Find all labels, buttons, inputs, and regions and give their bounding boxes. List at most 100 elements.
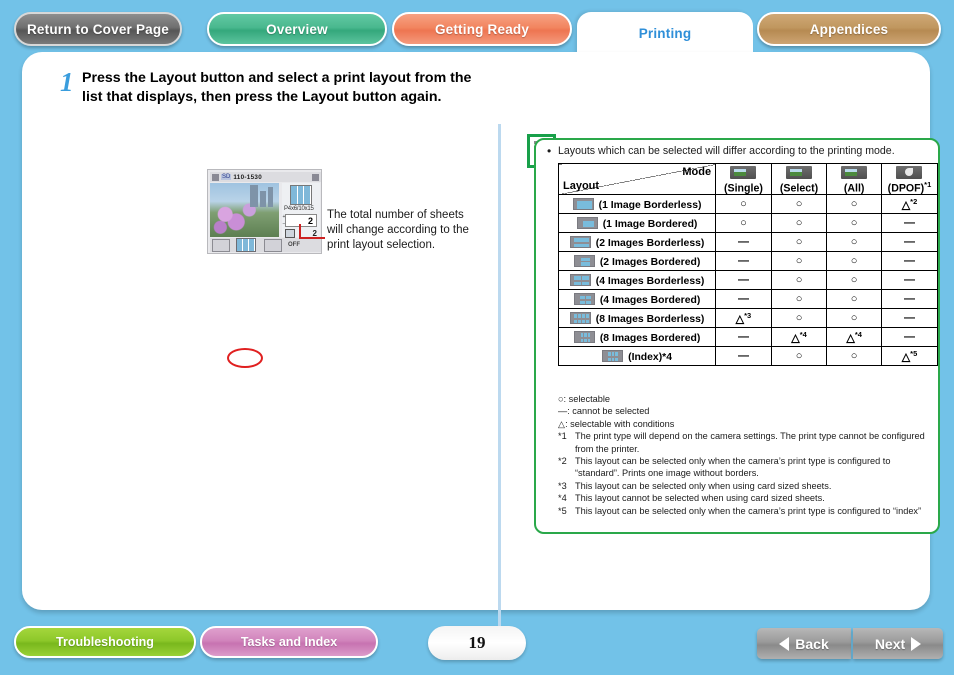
tab-label: Return to Cover Page <box>26 21 170 37</box>
availability-symbol: — <box>737 255 749 268</box>
availability-symbol: ○ <box>795 350 803 363</box>
availability-cell: ○ <box>826 289 882 310</box>
card-type-label: SD <box>221 174 232 180</box>
select-images-button[interactable] <box>212 238 230 252</box>
availability-cell: — <box>880 232 939 253</box>
availability-cell: ○ <box>770 213 828 234</box>
footnote-mark: *2 <box>558 456 567 467</box>
footnote-text: This layout can be selected only when us… <box>575 480 832 491</box>
dpof-icon <box>896 166 923 179</box>
footnote-mark: *3 <box>558 480 567 491</box>
availability-symbol: — <box>903 274 915 287</box>
button-label: Troubleshooting <box>56 635 154 649</box>
layout-4-borderless-icon <box>569 273 591 286</box>
availability-cell: — <box>880 251 939 272</box>
row-label-cell: (8 Images Borderless) <box>557 308 717 329</box>
footnote-item: *4 This layout cannot be selected when u… <box>558 492 928 504</box>
footnote-mark: *4 <box>558 493 567 504</box>
availability-cell: — <box>880 327 939 348</box>
next-button[interactable]: Next <box>853 628 943 659</box>
availability-symbol: ○ <box>740 198 747 211</box>
tab-printing[interactable]: Printing <box>577 12 753 54</box>
availability-cell: — <box>880 213 939 234</box>
row-label: (4 Images Bordered) <box>599 294 701 306</box>
availability-cell: ○ <box>826 346 882 367</box>
availability-symbol: △ <box>846 332 855 345</box>
button-label: Next <box>874 635 906 652</box>
availability-symbol: — <box>903 236 915 249</box>
availability-cell: △*4 <box>770 327 828 348</box>
table-row: (8 Images Bordered) — △*4 △*4— <box>557 327 939 348</box>
chevron-left-icon <box>779 636 790 651</box>
availability-symbol: △ <box>901 199 911 212</box>
availability-symbol: ○ <box>795 312 803 325</box>
single-image-icon <box>730 166 757 179</box>
page-content-panel: 1 Press the Layout button and select a p… <box>22 52 940 642</box>
troubleshooting-button[interactable]: Troubleshooting <box>14 626 196 658</box>
availability-symbol: ○ <box>850 236 858 249</box>
availability-cell: △*5 <box>880 346 939 367</box>
back-button[interactable]: Back <box>757 628 851 659</box>
availability-symbol: — <box>903 312 915 325</box>
layout-8-bordered-icon <box>573 330 595 343</box>
legend-item: △: selectable with conditions <box>558 418 675 429</box>
table-row: (1 Image Bordered) ○ ○ ○ — <box>557 213 939 234</box>
availability-symbol: ○ <box>795 236 803 249</box>
footnote-item: *1 The print type will depend on the cam… <box>558 430 928 455</box>
availability-cell: — <box>715 270 772 291</box>
availability-cell: ○ <box>770 251 828 272</box>
availability-symbol: — <box>903 255 915 268</box>
availability-symbol: — <box>903 331 915 344</box>
tab-appendices[interactable]: Appendices <box>757 12 941 46</box>
table-row: (2 Images Bordered) — ○ ○ — <box>557 251 939 272</box>
availability-symbol: ○ <box>850 293 858 306</box>
tasks-and-index-button[interactable]: Tasks and Index <box>200 626 378 658</box>
availability-cell: — <box>715 346 772 367</box>
availability-symbol: — <box>737 331 749 344</box>
step-number: 1 <box>60 67 74 97</box>
left-arrow-icon <box>212 173 219 181</box>
row-label-cell: (Index)*4 <box>557 346 717 367</box>
tab-label: Overview <box>266 21 328 37</box>
availability-symbol: — <box>903 217 915 230</box>
availability-symbol: ○ <box>850 350 858 363</box>
row-label: (1 Image Borderless) <box>598 199 702 211</box>
footnote-item: *5 This layout can be selected only when… <box>558 505 928 517</box>
availability-symbol: ○ <box>740 217 747 230</box>
row-label: (8 Images Borderless) <box>595 313 705 325</box>
right-arrow-icon <box>312 173 319 181</box>
availability-cell: ○ <box>770 346 828 367</box>
tab-getting-ready[interactable]: Getting Ready <box>392 12 572 46</box>
column-label: (Select) <box>779 182 819 195</box>
corner-layout-label: Layout <box>563 180 600 193</box>
availability-symbol: △ <box>791 332 800 345</box>
table-row: (4 Images Borderless) — ○ ○ — <box>557 270 939 291</box>
availability-cell: ○ <box>826 270 882 291</box>
column-header-single: (Single) <box>715 162 772 196</box>
tab-return-to-cover-page[interactable]: Return to Cover Page <box>14 12 182 46</box>
top-tab-bar: Return to Cover Page Overview Getting Re… <box>0 0 954 54</box>
print-settings-button[interactable] <box>264 238 282 252</box>
availability-cell: ○ <box>826 232 882 253</box>
layout-4-bordered-icon <box>573 292 595 305</box>
row-label-cell: (1 Image Borderless) <box>557 194 717 215</box>
availability-cell: ○ <box>770 194 828 215</box>
note-bullet-text: Layouts which can be selected will diffe… <box>547 144 928 158</box>
column-label: (Single) <box>724 182 763 195</box>
availability-cell: — <box>715 327 772 348</box>
availability-cell: △*4 <box>826 327 882 348</box>
all-images-icon <box>841 166 868 179</box>
step-heading: Press the Layout button and select a pri… <box>82 70 472 105</box>
footnote-item: *3 This layout can be selected only when… <box>558 480 928 492</box>
availability-symbol: △ <box>735 313 745 326</box>
availability-cell: ○ <box>826 194 882 215</box>
tab-overview[interactable]: Overview <box>207 12 387 46</box>
corner-mode-label: Mode <box>682 166 712 178</box>
availability-cell: ○ <box>826 251 882 272</box>
footnote-mark: *5 <box>558 505 567 516</box>
layout-button[interactable] <box>236 238 256 252</box>
availability-symbol: — <box>737 350 749 363</box>
row-label: (4 Images Borderless) <box>595 275 705 287</box>
footnote-text: This layout can be selected only when th… <box>575 505 922 516</box>
table-header-row: Mode Layout (Single) (Select) (All) (DPO… <box>557 162 939 196</box>
